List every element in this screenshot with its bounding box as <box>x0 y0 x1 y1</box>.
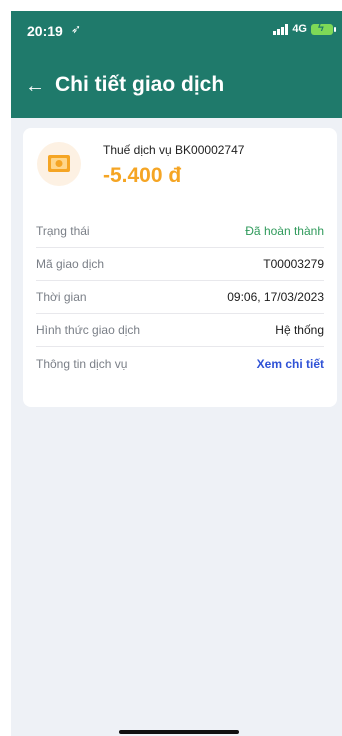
app-header: 20:19 ➶ 4G ϟ ← Chi tiết giao dịch <box>11 11 342 118</box>
transaction-id-value: T00003279 <box>263 257 324 271</box>
view-details-link[interactable]: Xem chi tiết <box>257 357 324 371</box>
home-indicator[interactable] <box>119 730 239 734</box>
transaction-amount: -5.400 đ <box>103 164 182 187</box>
transaction-description: Thuế dịch vụ BK00002747 <box>103 143 245 157</box>
status-bar: 20:19 ➶ 4G ϟ <box>11 11 342 49</box>
location-icon: ➶ <box>71 22 82 36</box>
detail-row-time: Thời gian 09:06, 17/03/2023 <box>36 281 324 314</box>
nav-bar: ← Chi tiết giao dịch <box>11 68 342 108</box>
method-label: Hình thức giao dịch <box>36 323 141 337</box>
detail-row-status: Trạng thái Đã hoàn thành <box>36 215 324 248</box>
back-arrow-icon[interactable]: ← <box>25 76 45 96</box>
network-type: 4G <box>292 23 307 35</box>
status-value: Đã hoàn thành <box>245 224 324 238</box>
detail-row-service-info: Thông tin dịch vụ Xem chi tiết <box>36 347 324 380</box>
status-indicators: 4G ϟ <box>273 22 336 35</box>
money-icon <box>37 142 81 186</box>
service-info-label: Thông tin dịch vụ <box>36 356 128 371</box>
phone-screen: 20:19 ➶ 4G ϟ ← Chi tiết giao dịch Thuế d… <box>11 11 342 736</box>
transaction-card: Thuế dịch vụ BK00002747 -5.400 đ Trạng t… <box>23 128 337 407</box>
detail-row-method: Hình thức giao dịch Hệ thống <box>36 314 324 347</box>
detail-row-transaction-id: Mã giao dịch T00003279 <box>36 248 324 281</box>
method-value: Hệ thống <box>275 323 324 337</box>
time-value: 09:06, 17/03/2023 <box>227 290 324 304</box>
battery-icon: ϟ <box>311 22 336 35</box>
status-time: 20:19 <box>27 23 63 39</box>
page-title: Chi tiết giao dịch <box>55 73 225 96</box>
signal-icon <box>273 23 289 35</box>
transaction-details: Trạng thái Đã hoàn thành Mã giao dịch T0… <box>36 215 324 380</box>
transaction-id-label: Mã giao dịch <box>36 257 105 271</box>
time-label: Thời gian <box>36 290 87 304</box>
status-label: Trạng thái <box>36 224 90 238</box>
